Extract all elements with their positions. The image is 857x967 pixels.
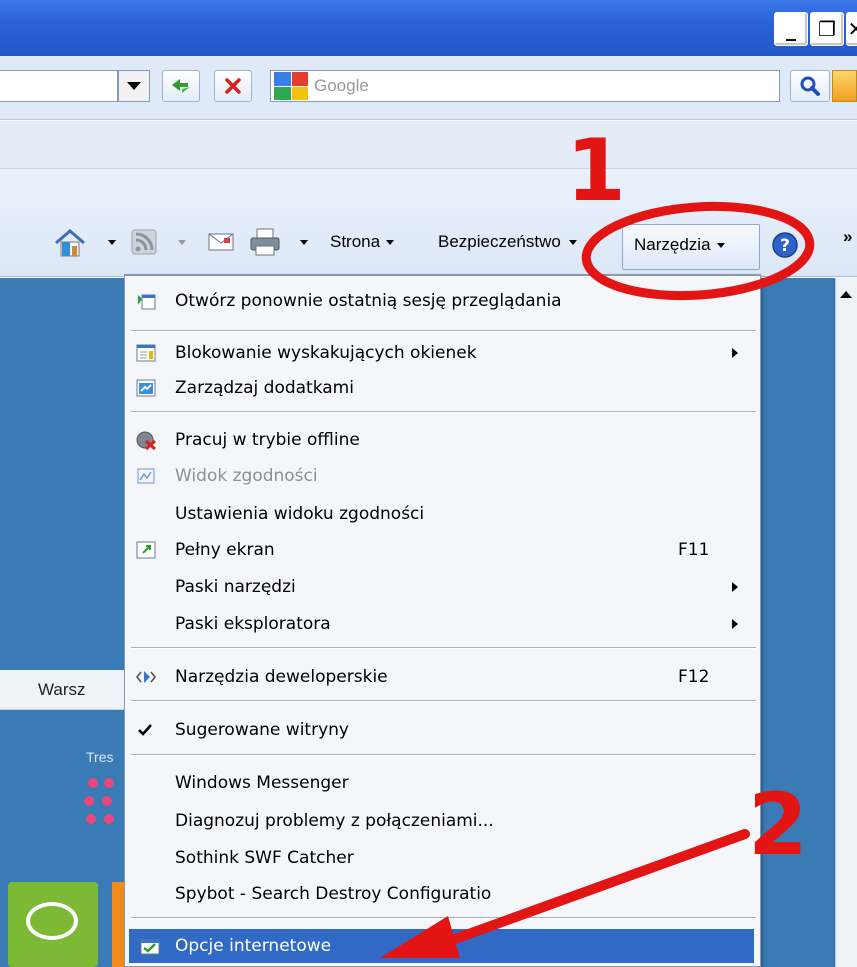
chat-widget[interactable] bbox=[8, 882, 98, 967]
tools-menu-label: Narzędzia bbox=[634, 235, 711, 254]
menu-item-label: Paski eksploratora bbox=[175, 614, 331, 634]
checkmark-icon bbox=[138, 724, 152, 736]
menu-item-popup-blocker[interactable]: Blokowanie wyskakujących okienek bbox=[125, 336, 760, 370]
offline-icon bbox=[136, 431, 156, 450]
menu-separator bbox=[131, 330, 756, 332]
page-menu-label: Strona bbox=[330, 232, 381, 251]
print-icon[interactable] bbox=[248, 226, 282, 258]
address-bar: Google bbox=[0, 56, 857, 120]
scroll-up-arrow-icon[interactable] bbox=[838, 284, 854, 304]
submenu-arrow-icon bbox=[732, 619, 738, 629]
fullscreen-icon bbox=[136, 541, 156, 559]
menu-item-suggested-sites[interactable]: Sugerowane witryny bbox=[125, 713, 760, 747]
search-options-button[interactable] bbox=[832, 70, 857, 102]
page-menu-button[interactable]: Strona bbox=[330, 231, 395, 253]
svg-text:?: ? bbox=[780, 236, 790, 256]
popup-blocker-icon bbox=[136, 344, 156, 362]
page-tab[interactable]: Warsz bbox=[0, 670, 124, 710]
safety-menu-label: Bezpieczeństwo bbox=[438, 232, 561, 251]
address-dropdown-button[interactable] bbox=[118, 70, 150, 102]
chat-bubble-icon bbox=[26, 902, 78, 940]
menu-item-label: Windows Messenger bbox=[175, 773, 349, 793]
page-tab-label: Warsz bbox=[38, 680, 86, 699]
menu-item-shortcut: F11 bbox=[678, 540, 710, 560]
menu-item-label: Opcje internetowe bbox=[175, 936, 332, 956]
menu-item-sothink-swf-catcher[interactable]: Sothink SWF Catcher bbox=[125, 841, 760, 875]
menu-item-label: Blokowanie wyskakujących okienek bbox=[175, 343, 477, 363]
annotation-number-2: 2 bbox=[748, 775, 808, 875]
close-button[interactable]: ✕ bbox=[846, 12, 857, 46]
menu-item-windows-messenger[interactable]: Windows Messenger bbox=[125, 766, 760, 800]
menu-separator bbox=[131, 917, 756, 919]
menu-item-label: Sugerowane witryny bbox=[175, 720, 349, 740]
feeds-icon[interactable] bbox=[130, 228, 158, 256]
menu-item-reopen-session[interactable]: Otwórz ponownie ostatnią sesję przegląda… bbox=[125, 284, 760, 318]
developer-tools-icon bbox=[135, 671, 157, 683]
internet-options-icon bbox=[140, 939, 160, 955]
menu-item-label: Sothink SWF Catcher bbox=[175, 848, 354, 868]
menu-item-label: Paski narzędzi bbox=[175, 577, 296, 597]
search-placeholder: Google bbox=[314, 76, 369, 95]
menu-separator bbox=[131, 700, 756, 702]
menu-item-manage-addons[interactable]: Zarządzaj dodatkami bbox=[125, 371, 760, 405]
tools-menu-button[interactable]: Narzędzia bbox=[634, 234, 725, 256]
minimize-button[interactable]: _ bbox=[774, 12, 808, 46]
address-input[interactable] bbox=[0, 70, 118, 102]
search-button[interactable] bbox=[790, 70, 830, 102]
help-icon[interactable]: ? bbox=[770, 230, 800, 260]
compatibility-view-icon bbox=[137, 468, 155, 484]
menu-item-compatibility-settings[interactable]: Ustawienia widoku zgodności bbox=[125, 497, 760, 531]
search-input[interactable]: Google bbox=[270, 70, 780, 102]
submenu-arrow-icon bbox=[732, 348, 738, 358]
menu-item-label: Ustawienia widoku zgodności bbox=[175, 504, 425, 524]
magnifier-icon bbox=[800, 76, 820, 96]
refresh-button[interactable] bbox=[162, 70, 200, 102]
menu-item-label: Pełny ekran bbox=[175, 540, 275, 560]
menu-item-label: Narzędzia deweloperskie bbox=[175, 667, 388, 687]
tools-menu: Otwórz ponownie ostatnią sesję przegląda… bbox=[124, 274, 761, 967]
menu-separator bbox=[131, 754, 756, 756]
menu-item-label: Diagnozuj problemy z połączeniami... bbox=[175, 811, 494, 831]
vertical-scrollbar[interactable] bbox=[835, 278, 857, 967]
restore-button[interactable]: ❐ bbox=[810, 12, 844, 46]
safety-menu-button[interactable]: Bezpieczeństwo bbox=[438, 231, 577, 253]
addons-icon bbox=[136, 379, 156, 397]
window-title-bar: _ ❐ ✕ bbox=[0, 0, 857, 56]
menu-item-full-screen[interactable]: Pełny ekran F11 bbox=[125, 533, 760, 567]
menu-item-label: Pracuj w trybie offline bbox=[175, 430, 360, 450]
refresh-icon bbox=[172, 79, 190, 93]
print-dropdown-icon[interactable] bbox=[300, 240, 308, 245]
more-commands-button[interactable]: » bbox=[843, 226, 852, 248]
menu-item-spybot[interactable]: Spybot - Search Destroy Configuratio bbox=[125, 877, 760, 911]
menu-item-toolbars[interactable]: Paski narzędzi bbox=[125, 570, 760, 604]
menu-item-label: Otwórz ponownie ostatnią sesję przegląda… bbox=[175, 291, 562, 311]
menu-separator bbox=[131, 647, 756, 649]
decorative-strip bbox=[112, 882, 124, 967]
menu-item-label: Spybot - Search Destroy Configuratio bbox=[175, 884, 492, 904]
submenu-arrow-icon bbox=[732, 582, 738, 592]
menu-separator bbox=[131, 411, 756, 413]
feeds-dropdown-icon[interactable] bbox=[178, 240, 186, 245]
mail-icon[interactable] bbox=[206, 229, 236, 255]
menu-item-shortcut: F12 bbox=[678, 667, 710, 687]
home-icon[interactable] bbox=[52, 226, 88, 260]
reopen-session-icon bbox=[138, 294, 156, 310]
page-text-fragment: Tres bbox=[86, 749, 114, 765]
home-dropdown-icon[interactable] bbox=[108, 240, 116, 245]
menu-item-compatibility-view[interactable]: Widok zgodności bbox=[125, 459, 760, 493]
stop-icon bbox=[225, 78, 241, 94]
menu-item-label: Zarządzaj dodatkami bbox=[175, 378, 354, 398]
favorites-bar bbox=[0, 121, 857, 169]
google-logo-icon bbox=[274, 72, 308, 100]
menu-item-label: Widok zgodności bbox=[175, 466, 318, 486]
menu-item-explorer-bars[interactable]: Paski eksploratora bbox=[125, 607, 760, 641]
menu-item-diagnose-connection[interactable]: Diagnozuj problemy z połączeniami... bbox=[125, 804, 760, 838]
annotation-number-1: 1 bbox=[566, 121, 626, 221]
stop-button[interactable] bbox=[214, 70, 252, 102]
menu-item-developer-tools[interactable]: Narzędzia deweloperskie F12 bbox=[125, 660, 760, 694]
menu-item-internet-options[interactable]: Opcje internetowe bbox=[129, 929, 754, 963]
menu-item-work-offline[interactable]: Pracuj w trybie offline bbox=[125, 423, 760, 457]
